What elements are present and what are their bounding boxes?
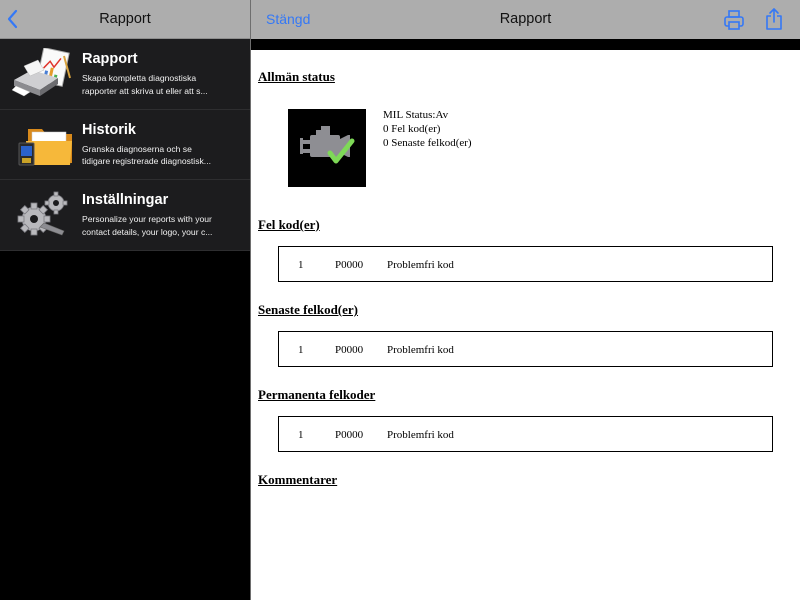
sidebar-item-description: Personalize your reports with your conta…	[82, 213, 232, 238]
section-heading-general-status: Allmän status	[258, 69, 335, 84]
section-heading-fault-codes: Fel kod(er)	[258, 217, 320, 232]
printer-icon[interactable]	[723, 9, 745, 31]
report-printer-icon	[10, 47, 74, 100]
sidebar-item-installningar[interactable]: Inställningar Personalize your reports w…	[0, 180, 250, 251]
sidebar-title: Rapport	[99, 11, 151, 27]
fault-code: P0000	[335, 344, 364, 356]
folder-history-icon	[10, 119, 74, 171]
table-row: 1 P0000 Problemfri kod	[278, 416, 773, 452]
recent-count-text: 0 Senaste felkod(er)	[383, 137, 472, 149]
fault-description: Problemfri kod	[387, 259, 454, 271]
section-heading-permanent-codes: Permanenta felkoder	[258, 387, 376, 402]
section-heading-comments: Kommentarer	[258, 472, 338, 487]
engine-check-icon	[288, 109, 366, 187]
sidebar-item-title: Rapport	[82, 51, 138, 67]
table-row: 1 P0000 Problemfri kod	[278, 246, 773, 282]
page-title: Rapport	[499, 11, 552, 27]
sidebar-item-historik[interactable]: Historik Granska diagnoserna och se tidi…	[0, 110, 250, 180]
sidebar-item-desc-line: tidigare registrerade diagnostisk...	[82, 156, 211, 166]
table-row: 1 P0000 Problemfri kod	[278, 331, 773, 367]
fault-code: P0000	[335, 429, 364, 441]
sidebar-item-title: Historik	[82, 121, 136, 138]
fault-count-text: 0 Fel kod(er)	[383, 123, 441, 135]
report-document: Allmän status MIL Status:Av 0 Fel kod(er…	[251, 50, 800, 600]
section-heading-recent-codes: Senaste felkod(er)	[258, 302, 359, 317]
sidebar-list: Rapport Skapa kompletta diagnostiska rap…	[0, 39, 250, 251]
main-header: Stängd Rapport	[251, 0, 800, 39]
sidebar-header: Rapport	[0, 0, 250, 39]
sidebar-item-rapport[interactable]: Rapport Skapa kompletta diagnostiska rap…	[0, 39, 250, 110]
sidebar-item-title: Inställningar	[82, 192, 169, 208]
row-number: 1	[298, 429, 304, 441]
sidebar-item-desc-line: Granska diagnoserna och se	[82, 143, 192, 154]
sidebar-item-description: Granska diagnoserna och se tidigare regi…	[82, 143, 232, 168]
mil-status-text: MIL Status:Av	[383, 109, 449, 121]
sidebar-item-desc-line: rapporter att skriva ut eller att s...	[82, 85, 208, 96]
row-number: 1	[298, 344, 304, 356]
fault-description: Problemfri kod	[387, 429, 454, 441]
share-icon[interactable]	[764, 7, 784, 31]
main-pane: Stängd Rapport Allmän status MIL Status:…	[251, 0, 800, 600]
fault-description: Problemfri kod	[387, 344, 454, 356]
sidebar-item-description: Skapa kompletta diagnostiska rapporter a…	[82, 72, 232, 97]
header-separator	[251, 39, 800, 50]
fault-code: P0000	[335, 259, 364, 271]
row-number: 1	[298, 259, 304, 271]
sidebar: Rapport Rapport Skapa kompletta diagnost…	[0, 0, 250, 600]
sidebar-item-desc-line: Skapa kompletta diagnostiska	[82, 73, 197, 83]
sidebar-item-desc-line: Personalize your reports with your	[82, 214, 212, 224]
gears-settings-icon	[10, 189, 74, 241]
sidebar-item-desc-line: contact details, your logo, your c...	[82, 226, 213, 237]
